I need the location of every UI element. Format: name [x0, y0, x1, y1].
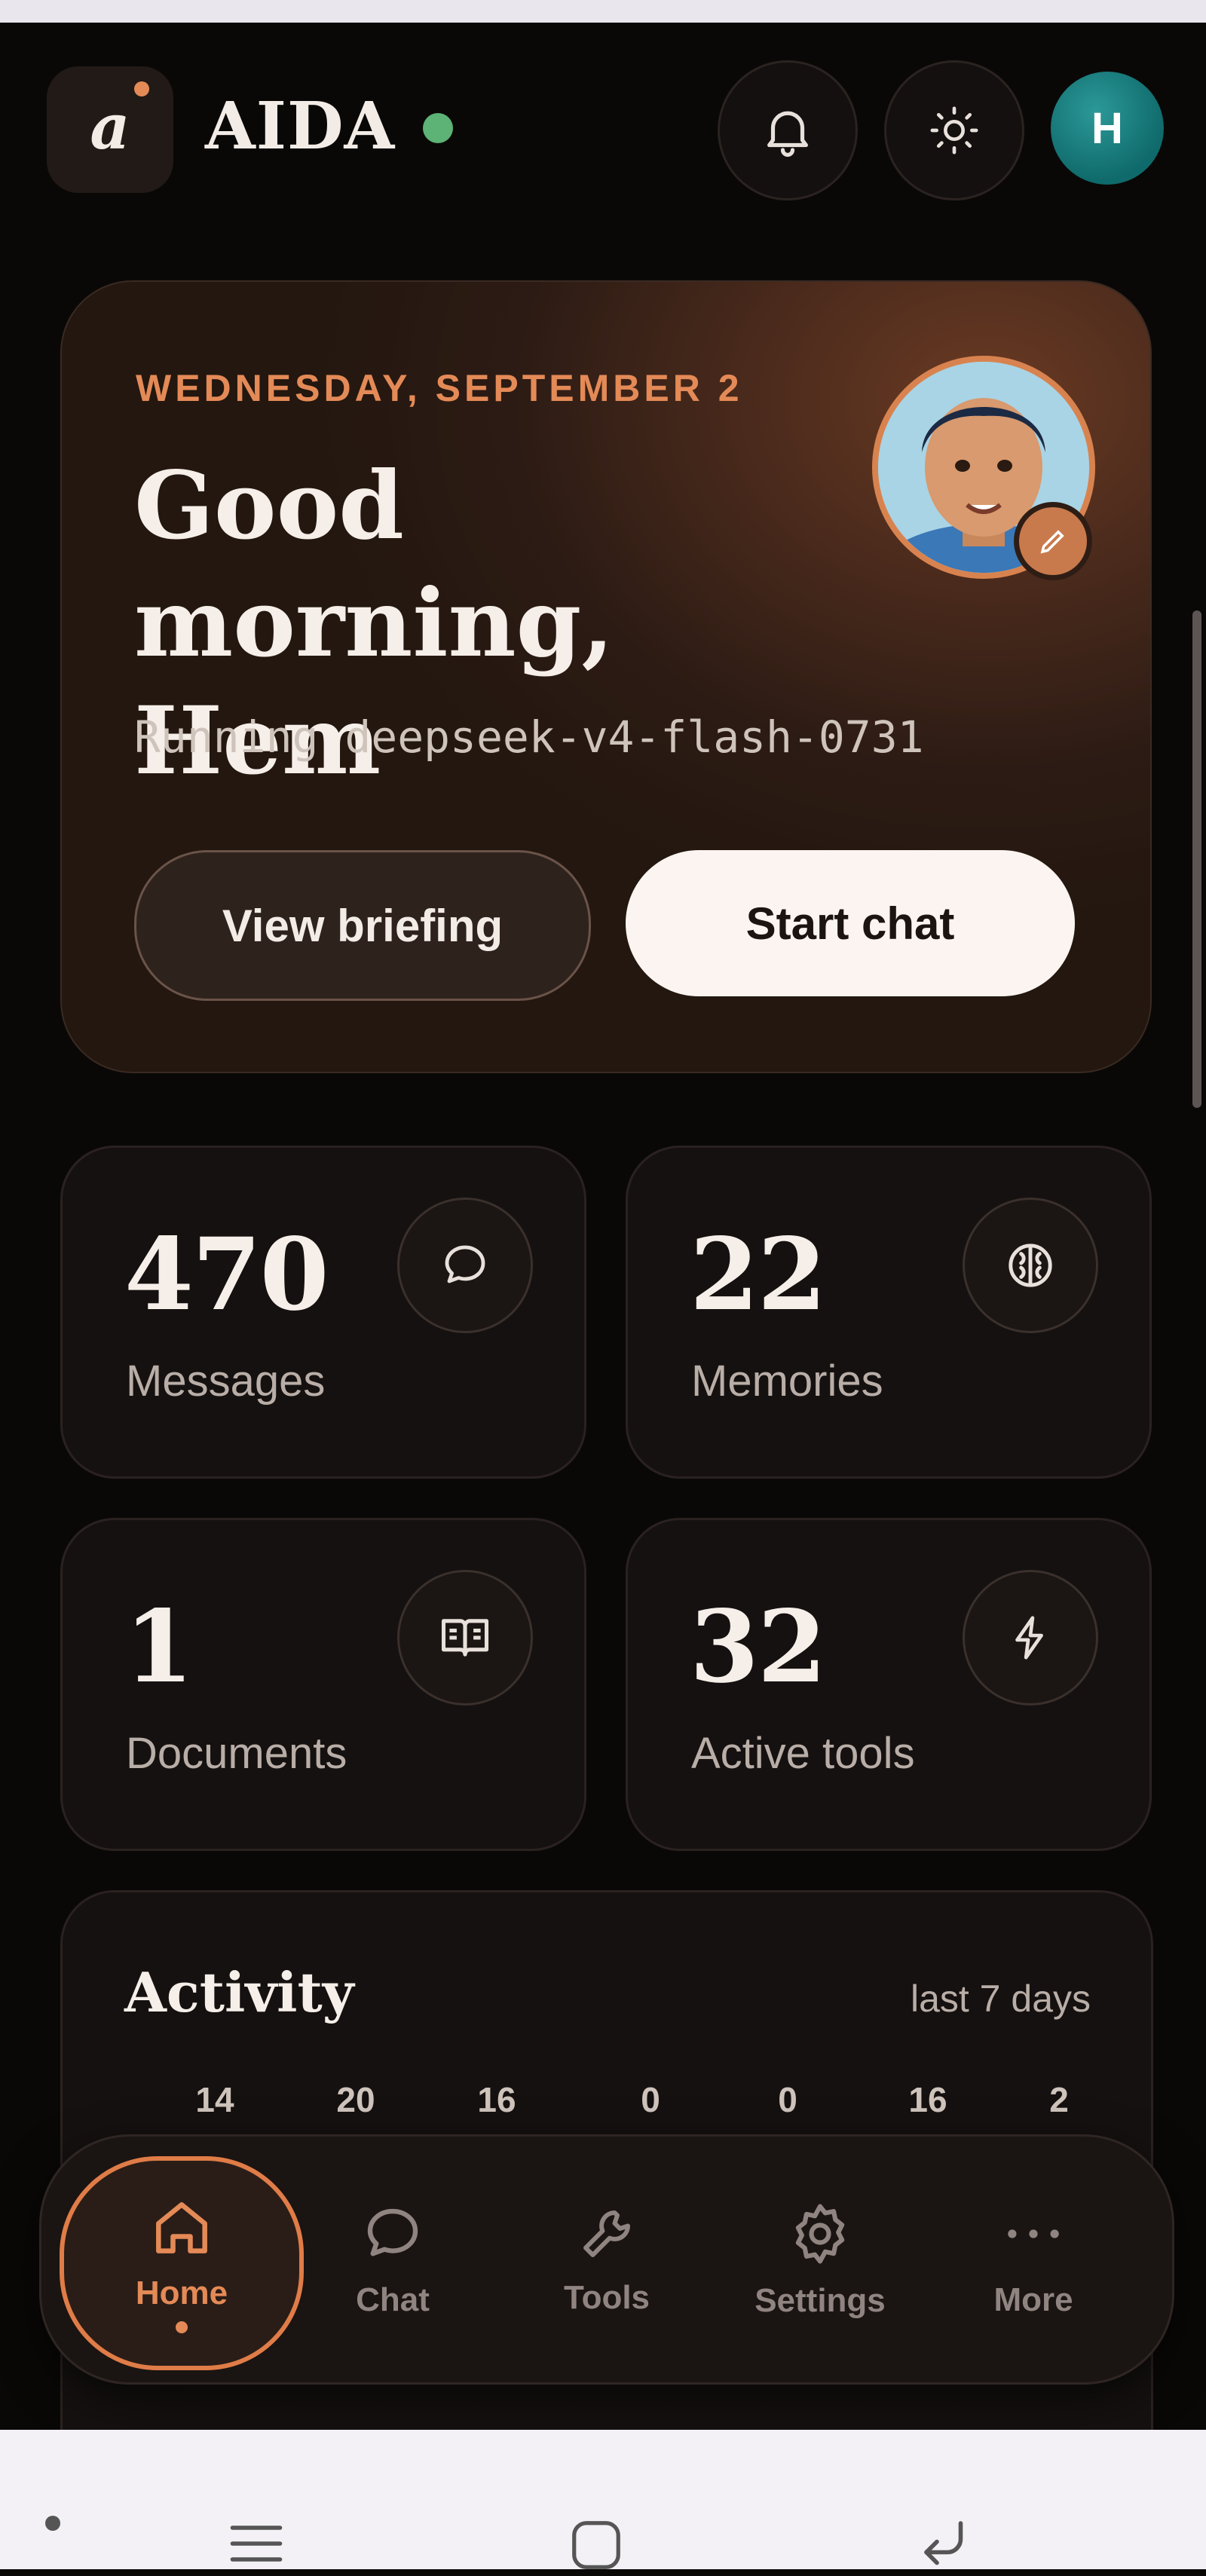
bell-icon: [767, 111, 808, 158]
stat-label: Active tools: [691, 1729, 915, 1778]
theme-toggle-button[interactable]: [884, 60, 1024, 200]
home-system-icon[interactable]: [567, 2516, 626, 2574]
nav-item-more[interactable]: More: [935, 2137, 1131, 2382]
stat-value: 470: [124, 1216, 329, 1333]
nav-item-home[interactable]: Home: [60, 2156, 304, 2370]
chat-bubble-icon: [445, 1245, 485, 1283]
wrench-icon: [583, 2210, 630, 2257]
gear-icon: [795, 2204, 845, 2264]
activity-title: Activity: [124, 1960, 354, 2024]
activity-day-value: 20: [336, 2080, 375, 2119]
stat-icon-button: [963, 1570, 1098, 1706]
logo-notification-dot: [134, 81, 149, 96]
nav-label: Settings: [755, 2282, 886, 2319]
bottom-nav: Home Chat Tools Settings More: [39, 2134, 1174, 2385]
stat-label: Documents: [126, 1729, 347, 1778]
logo-letter: a: [90, 91, 130, 164]
recents-icon[interactable]: [225, 2517, 288, 2570]
pencil-icon: [1040, 530, 1064, 554]
nav-item-chat[interactable]: Chat: [295, 2137, 491, 2382]
more-dots-icon: [1008, 2229, 1059, 2238]
model-status: Running deepseek-v4-flash-0731: [134, 711, 924, 763]
greeting-card: WEDNESDAY, SEPTEMBER 2 Good morning, Hem…: [60, 280, 1152, 1073]
activity-day-value: 0: [778, 2080, 797, 2119]
activity-day-value: 14: [195, 2080, 234, 2119]
app-logo[interactable]: a: [47, 66, 173, 193]
nav-label: Chat: [356, 2281, 430, 2318]
stat-value: 1: [124, 1589, 194, 1706]
greeting-line: Good morning,: [134, 451, 614, 678]
system-nav-bar: [0, 2430, 1206, 2569]
view-briefing-button[interactable]: View briefing: [134, 850, 591, 1001]
stat-icon-button: [397, 1570, 533, 1706]
stat-label: Messages: [126, 1357, 326, 1406]
nav-label: More: [993, 2281, 1073, 2318]
nav-item-settings[interactable]: Settings: [722, 2137, 918, 2382]
activity-day-value: 16: [477, 2080, 516, 2119]
home-icon: [156, 2202, 207, 2253]
page-scrollbar[interactable]: [1192, 610, 1201, 1108]
nav-label: Tools: [563, 2279, 650, 2316]
edit-avatar-button[interactable]: [1014, 502, 1092, 580]
activity-range: last 7 days: [910, 1978, 1091, 2020]
notifications-button[interactable]: [718, 60, 858, 200]
system-dot: [45, 2516, 60, 2531]
active-indicator: [176, 2321, 188, 2333]
stat-icon-button: [397, 1198, 533, 1333]
brand-name: AIDA: [205, 88, 396, 164]
lightning-icon: [1015, 1616, 1043, 1660]
nav-item-tools[interactable]: Tools: [509, 2137, 705, 2382]
stat-value: 22: [690, 1216, 827, 1333]
book-icon: [441, 1619, 489, 1657]
date-label: WEDNESDAY, SEPTEMBER 2: [136, 367, 743, 409]
back-icon[interactable]: [911, 2513, 974, 2576]
stat-icon-button: [963, 1198, 1098, 1333]
user-avatar[interactable]: H: [1051, 72, 1164, 185]
avatar-initial: H: [1091, 103, 1123, 153]
start-chat-button[interactable]: Start chat: [626, 850, 1075, 996]
stat-card-documents[interactable]: 1 Documents: [60, 1518, 586, 1851]
chat-icon: [367, 2208, 418, 2256]
sun-icon: [930, 106, 978, 154]
activity-day-value: 16: [908, 2080, 947, 2119]
activity-day-value: 2: [1049, 2080, 1069, 2119]
brain-icon: [1009, 1244, 1052, 1287]
online-status-dot: [423, 113, 453, 143]
nav-label: Home: [135, 2275, 228, 2311]
stat-card-active-tools[interactable]: 32 Active tools: [626, 1518, 1152, 1851]
stat-card-messages[interactable]: 470 Messages: [60, 1146, 586, 1479]
status-bar: [0, 0, 1206, 23]
stat-value: 32: [690, 1589, 827, 1706]
stat-label: Memories: [691, 1357, 883, 1406]
stat-card-memories[interactable]: 22 Memories: [626, 1146, 1152, 1479]
activity-day-value: 0: [641, 2080, 660, 2119]
